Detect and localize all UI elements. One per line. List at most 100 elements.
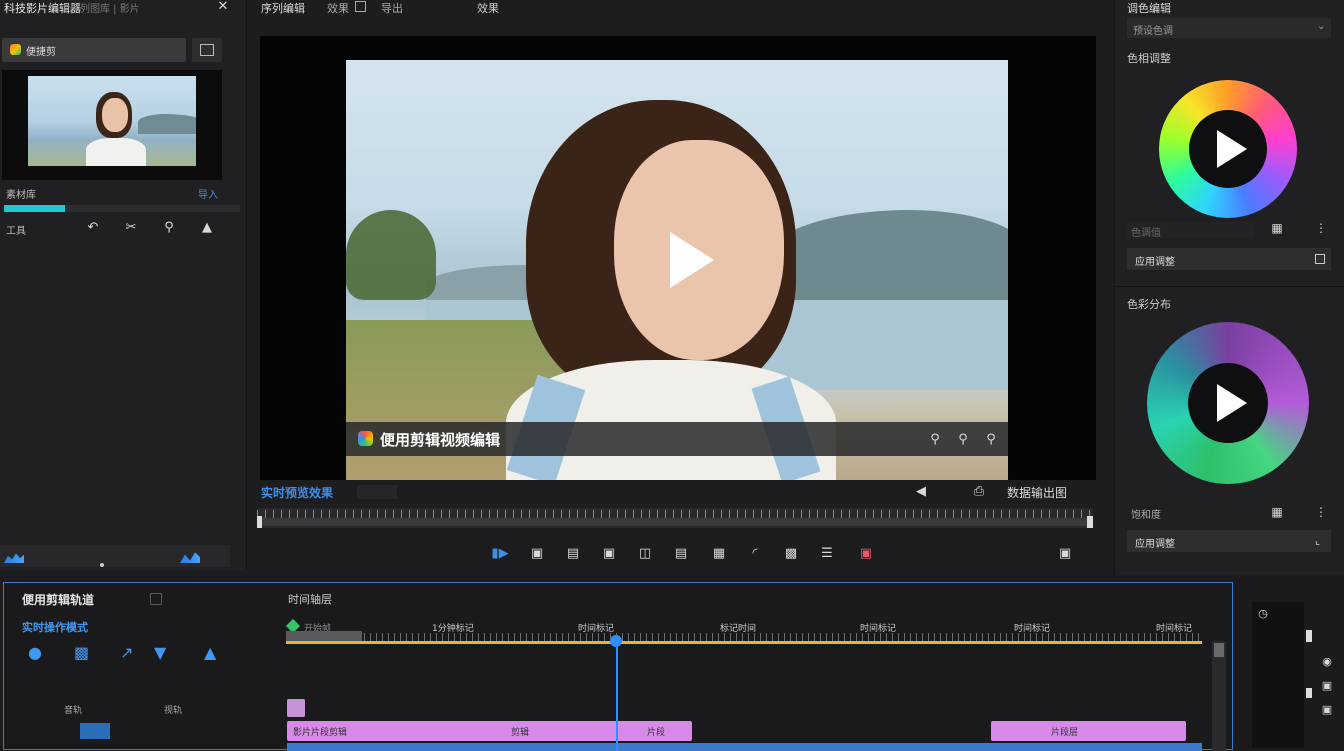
link-icon[interactable]: ↗ xyxy=(120,643,133,662)
timeline-panel: 便用剪辑轨道 实时操作模式 ● ▩ ↗ ▼ ▲ 音轨 视轨 时间轴层 开始帧 1… xyxy=(3,582,1233,751)
playhead[interactable] xyxy=(616,639,618,751)
scrubber-end-handle[interactable] xyxy=(1087,516,1093,528)
saturation-wheel[interactable] xyxy=(1147,322,1309,484)
menu-effects[interactable]: 效果 xyxy=(327,0,349,16)
caption-bar: 便用剪辑视频编辑 ⚲ ⚲ ⚲ xyxy=(346,422,1008,456)
frame-icon[interactable]: ◫ xyxy=(635,544,655,562)
clip-label: 影片片段剪辑 xyxy=(293,728,348,738)
menu-export[interactable]: 导出 xyxy=(381,0,403,16)
record-frame-icon[interactable]: ▣ xyxy=(853,544,879,562)
time-readout: 数据输出图 xyxy=(1007,486,1068,500)
scrubber-start-handle[interactable] xyxy=(257,516,262,528)
print-icon[interactable]: ⎙ xyxy=(969,482,989,500)
search-icon[interactable]: ⚲ xyxy=(158,218,180,236)
clip-icon[interactable]: ▣ xyxy=(527,544,547,562)
record-icon[interactable]: ▮▶ xyxy=(489,544,511,562)
track-video-label: 视轨 xyxy=(164,706,183,716)
play-icon[interactable] xyxy=(1217,384,1247,422)
play-icon[interactable] xyxy=(670,232,714,288)
menu-sequence[interactable]: 序列编辑 xyxy=(261,0,305,16)
playhead-handle[interactable] xyxy=(610,635,622,647)
square-icon xyxy=(1315,254,1325,264)
video-clip[interactable]: 影片片段剪辑 剪辑 片段 xyxy=(287,721,692,741)
square-icon[interactable] xyxy=(150,593,162,605)
square-icon[interactable] xyxy=(355,1,366,12)
color-panel-title: 调色编辑 xyxy=(1127,2,1171,15)
preview-frame: 便用剪辑视频编辑 ⚲ ⚲ ⚲ xyxy=(260,36,1096,480)
import-progress-bar xyxy=(4,205,240,212)
zoom-in-icon[interactable]: ⚲ xyxy=(982,430,1000,448)
audio-meter-bar xyxy=(0,545,230,567)
apply-hue-button[interactable]: 应用调整 xyxy=(1127,248,1331,270)
square-icon[interactable]: ▣ xyxy=(1320,678,1334,692)
tools-label: 工具 xyxy=(6,226,26,237)
video-clip[interactable]: 片段层 xyxy=(991,721,1186,741)
track-audio-label: 音轨 xyxy=(64,706,83,716)
clip-label: 片段 xyxy=(647,728,666,738)
more-icon[interactable]: ⋮ xyxy=(1313,220,1329,236)
preview-caption: 便用剪辑视频编辑 xyxy=(380,431,501,449)
pin-icon[interactable]: ▲ xyxy=(196,218,218,236)
app-logo-icon xyxy=(358,431,373,446)
saturation-label: 饱和度 xyxy=(1131,510,1161,521)
ruler-progress xyxy=(286,641,1202,644)
preview-video[interactable]: 便用剪辑视频编辑 ⚲ ⚲ ⚲ xyxy=(346,60,1008,480)
more-icon[interactable]: ⋮ xyxy=(1313,504,1329,520)
preview-status: 实时预览效果 xyxy=(261,486,334,500)
scroll-handle[interactable] xyxy=(1306,688,1312,698)
circle-icon[interactable]: ● xyxy=(28,643,42,662)
media-tab[interactable]: 便捷剪 xyxy=(2,38,186,62)
fullscreen-icon[interactable]: ▣ xyxy=(1055,544,1075,562)
speaker-icon[interactable]: ▼ xyxy=(154,643,166,662)
left-panel: 科技影片编辑器 序列图库 | 影片 ✕ 便捷剪 素材库 导入 工具 ↶ ✂ ⚲ … xyxy=(0,0,247,570)
clock-icon[interactable]: ◷ xyxy=(1256,606,1270,620)
media-label: 便捷剪 xyxy=(26,47,56,58)
record-button-icon[interactable]: ◉ xyxy=(1320,654,1334,668)
status-chip xyxy=(357,485,397,499)
hue-wheel[interactable] xyxy=(1159,80,1297,218)
media-thumbnail xyxy=(28,76,196,166)
undo-icon[interactable]: ↶ xyxy=(82,218,104,236)
meter-dot xyxy=(100,563,104,567)
grid-icon[interactable]: ▦ xyxy=(709,544,729,562)
volume-icon[interactable]: ◀ xyxy=(911,482,931,500)
menu-extra[interactable]: 效果 xyxy=(477,0,499,16)
hue-section-label: 色相调整 xyxy=(1127,52,1171,65)
time-ruler[interactable]: 开始帧 1分钟标记 时间标记 标记时间 时间标记 时间标记 时间标记 xyxy=(285,618,1202,645)
layers-icon[interactable]: ▤ xyxy=(671,544,691,562)
library-section-label: 素材库 xyxy=(6,190,36,201)
apply-saturation-button[interactable]: 应用调整 ⌞ xyxy=(1127,530,1331,552)
car-icon[interactable]: ▩ xyxy=(74,643,89,662)
import-progress-fill xyxy=(4,205,66,212)
cut-icon[interactable]: ✂ xyxy=(120,218,142,236)
hue-value-field[interactable] xyxy=(1127,222,1253,238)
play-icon[interactable] xyxy=(1217,130,1247,168)
grid-icon[interactable]: ▦ xyxy=(1269,220,1285,236)
preset-dropdown-value: 预设色调 xyxy=(1133,26,1173,37)
clip-marker[interactable] xyxy=(287,699,305,717)
import-link[interactable]: 导入 xyxy=(198,186,218,201)
side-tools-panel: ◷ ◉ ▣ ▣ xyxy=(1236,578,1344,750)
chart-icon[interactable]: ▩ xyxy=(781,544,801,562)
layout-toggle-button[interactable] xyxy=(192,38,222,62)
list-icon[interactable]: ▤ xyxy=(563,544,583,562)
side-tools-column xyxy=(1252,602,1304,748)
media-thumbnail-frame[interactable] xyxy=(2,70,222,180)
zoom-fit-icon[interactable]: ⚲ xyxy=(954,430,972,448)
track-selected-chip[interactable] xyxy=(80,723,110,739)
app-logo-icon xyxy=(10,44,21,55)
grid-icon[interactable]: ▦ xyxy=(1269,504,1285,520)
crop-icon[interactable]: ▣ xyxy=(599,544,619,562)
timeline-mode[interactable]: 实时操作模式 xyxy=(22,619,88,635)
scrubber-bar[interactable] xyxy=(257,508,1093,528)
split-icon[interactable]: ◜ xyxy=(745,544,765,562)
zoom-out-icon[interactable]: ⚲ xyxy=(926,430,944,448)
square-icon[interactable]: ▣ xyxy=(1320,702,1334,716)
timeline-scrollbar[interactable] xyxy=(1212,641,1226,751)
shield-icon[interactable]: ▲ xyxy=(204,643,216,662)
close-icon[interactable]: ✕ xyxy=(214,0,232,14)
mixer-icon[interactable]: ☰ xyxy=(817,544,837,562)
preset-dropdown[interactable]: 预设色调 ⌄ xyxy=(1127,18,1331,38)
scroll-handle[interactable] xyxy=(1306,630,1312,642)
timeline-title: 便用剪辑轨道 xyxy=(22,593,95,607)
